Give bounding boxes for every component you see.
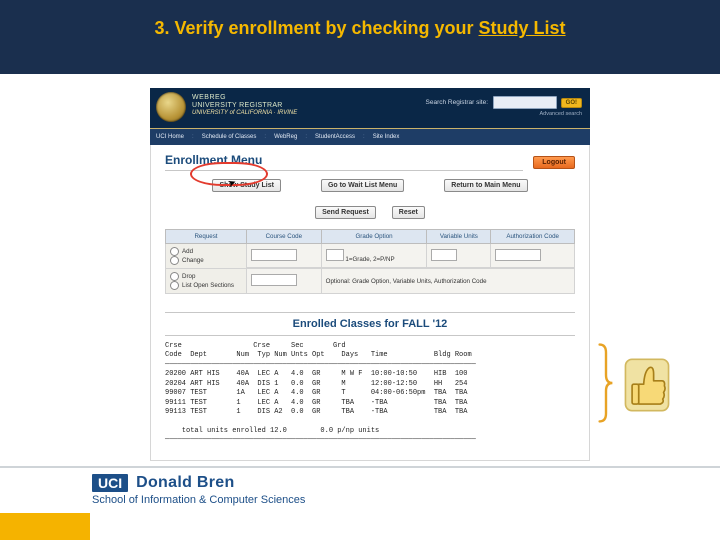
request-options-bottom: Drop List Open Sections <box>166 269 247 294</box>
request-options-top: Add Change <box>166 244 247 269</box>
table-row: 20200 ART HIS 40A LEC A 4.0 GR M W F 10:… <box>165 370 467 378</box>
nav-item[interactable]: Schedule of Classes <box>202 134 257 140</box>
school-logo: UCI Donald Bren School of Information & … <box>92 474 305 507</box>
auth-code-input[interactable] <box>495 249 541 261</box>
radio-list-open[interactable] <box>170 281 179 290</box>
enrolled-classes-title: Enrolled Classes for FALL '12 <box>165 312 575 336</box>
banner-line2: UNIVERSITY REGISTRAR <box>192 102 297 110</box>
enrollment-content: Enrollment Menu Logout Show Study List G… <box>150 145 590 461</box>
bracket-icon <box>598 338 614 428</box>
search-label: Search Registrar site: <box>426 99 489 106</box>
nav-item[interactable]: UCI Home <box>156 134 184 140</box>
opt-drop: Drop <box>182 273 195 280</box>
search-area: Search Registrar site: GO! Advanced sear… <box>426 96 582 117</box>
study-list-table: Crse Crse Sec Grd Code Dept Num Typ Num … <box>165 342 575 446</box>
reset-button[interactable]: Reset <box>392 206 425 219</box>
slide-title-text: 3. Verify enrollment by checking your <box>154 18 478 38</box>
col-grade-option: Grade Option <box>321 230 427 244</box>
footer-accent-block <box>0 513 90 540</box>
footer-separator <box>0 466 720 468</box>
site-banner: WEBREG UNIVERSITY REGISTRAR UNIVERSITY o… <box>150 88 590 129</box>
optional-hint: Optional: Grade Option, Variable Units, … <box>321 269 574 294</box>
send-request-button[interactable]: Send Request <box>315 206 376 219</box>
advanced-search-link[interactable]: Advanced search <box>426 111 582 117</box>
uci-seal-icon <box>156 92 186 122</box>
banner-line3: UNIVERSITY of CALIFORNIA · IRVINE <box>192 110 297 117</box>
webreg-screenshot: WEBREG UNIVERSITY REGISTRAR UNIVERSITY o… <box>150 88 590 461</box>
course-code-input[interactable] <box>251 249 297 261</box>
slide-title-underlined: Study List <box>479 18 566 38</box>
study-list-footer: total units enrolled 12.0 0.0 p/np units <box>165 427 379 435</box>
wait-list-button[interactable]: Go to Wait List Menu <box>321 179 404 192</box>
radio-change[interactable] <box>170 256 179 265</box>
table-row: 99111 TEST 1 LEC A 4.0 GR TBA -TBA TBA T… <box>165 399 467 407</box>
radio-drop[interactable] <box>170 272 179 281</box>
thumbs-up-icon <box>622 356 672 414</box>
study-list-header: Crse Crse Sec Grd Code Dept Num Typ Num … <box>165 342 472 359</box>
return-main-button[interactable]: Return to Main Menu <box>444 179 527 192</box>
nav-item[interactable]: StudentAccess <box>315 134 355 140</box>
col-request: Request <box>166 230 247 244</box>
logout-button[interactable]: Logout <box>533 156 575 169</box>
uci-mark: UCI <box>92 474 128 492</box>
col-auth-code: Authorization Code <box>491 230 575 244</box>
nav-item[interactable]: WebReg <box>274 134 297 140</box>
opt-list-open: List Open Sections <box>182 282 234 289</box>
table-row: 20204 ART HIS 40A DIS 1 0.0 GR M 12:00-1… <box>165 380 467 388</box>
radio-add[interactable] <box>170 247 179 256</box>
banner-line1: WEBREG <box>192 94 297 102</box>
top-nav: UCI Home: Schedule of Classes: WebReg: S… <box>150 129 590 145</box>
banner-text: WEBREG UNIVERSITY REGISTRAR UNIVERSITY o… <box>192 94 297 117</box>
nav-item[interactable]: Site Index <box>373 134 400 140</box>
table-row: 99113 TEST 1 DIS A2 0.0 GR TBA -TBA TBA … <box>165 408 467 416</box>
grade-hint: 1=Grade, 2=P/NP <box>345 256 394 263</box>
course-code-input-2[interactable] <box>251 274 297 286</box>
show-study-list-button[interactable]: Show Study List <box>212 179 280 192</box>
col-variable-units: Variable Units <box>427 230 491 244</box>
table-row: 99007 TEST 1A LEC A 4.0 GR T 04:00-06:50… <box>165 389 467 397</box>
opt-change: Change <box>182 257 204 264</box>
enrollment-menu-heading: Enrollment Menu <box>165 153 523 171</box>
grade-option-input[interactable] <box>326 249 344 261</box>
search-input[interactable] <box>493 96 557 109</box>
slide-title: 3. Verify enrollment by checking your St… <box>0 18 720 39</box>
opt-add: Add <box>182 248 193 255</box>
var-units-input[interactable] <box>431 249 457 261</box>
school-dept: School of Information & Computer Science… <box>92 494 305 507</box>
school-name: Donald Bren <box>136 474 234 492</box>
request-table: Request Course Code Grade Option Variabl… <box>165 229 575 294</box>
col-course-code: Course Code <box>247 230 322 244</box>
search-go-button[interactable]: GO! <box>561 98 582 108</box>
action-buttons-row: Send Request Reset <box>165 206 575 219</box>
